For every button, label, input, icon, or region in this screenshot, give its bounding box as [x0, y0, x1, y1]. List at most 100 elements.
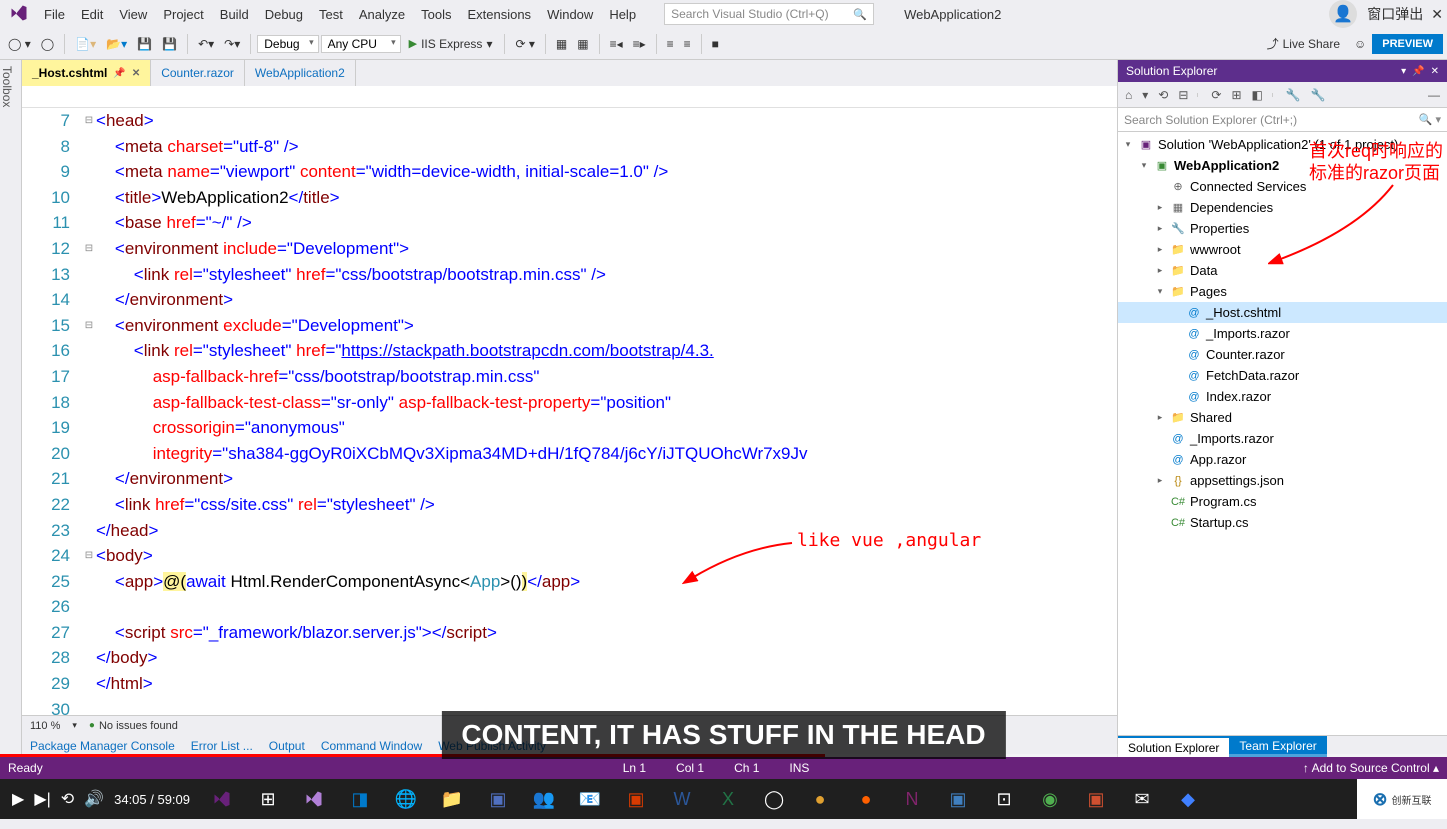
tree-node-appsettings-json[interactable]: ▸{}appsettings.json [1118, 470, 1447, 491]
taskbar-word-icon[interactable]: W [660, 779, 704, 819]
solution-search[interactable]: Search Solution Explorer (Ctrl+;) 🔍 ▾ [1118, 108, 1447, 132]
indent-in-button[interactable]: ≡▸ [629, 35, 650, 53]
platform-dropdown[interactable]: Any CPU [321, 35, 401, 53]
menu-edit[interactable]: Edit [73, 3, 111, 26]
indent-out-button[interactable]: ≡◂ [606, 35, 627, 53]
tree-node-app-razor[interactable]: @App.razor [1118, 449, 1447, 470]
live-share-button[interactable]: ⤴ Live Share [1267, 35, 1340, 52]
tree-node--imports-razor[interactable]: @_Imports.razor [1118, 323, 1447, 344]
taskbar-vscode-icon[interactable]: ◨ [338, 779, 382, 819]
home-icon[interactable]: ⌂ [1122, 86, 1135, 104]
taskbar-explorer-icon[interactable]: 📁 [430, 779, 474, 819]
taskbar-app9-icon[interactable]: ◆ [1166, 779, 1210, 819]
code-lines[interactable]: <head> <meta charset="utf-8" /> <meta na… [96, 108, 1117, 715]
tab-command-window[interactable]: Command Window [321, 739, 422, 753]
toolbox-tab[interactable]: Toolbox [0, 60, 22, 757]
nav-dropdown-bar[interactable] [22, 86, 1117, 108]
taskbar-outlook-icon[interactable]: 📧 [568, 779, 612, 819]
taskbar-excel-icon[interactable]: X [706, 779, 750, 819]
issues-indicator[interactable]: ● No issues found [89, 720, 178, 732]
bookmark-button[interactable]: ■ [708, 35, 723, 53]
close-icon[interactable]: ✕ [1431, 6, 1443, 23]
sync-icon[interactable]: ⟲ [1155, 86, 1171, 104]
code-editor[interactable]: 7891011121314151617181920212223242526272… [22, 108, 1117, 715]
add-source-control[interactable]: ↑ Add to Source Control ▴ [1303, 761, 1439, 775]
taskbar-app3-icon[interactable]: ● [798, 779, 842, 819]
panel-close-icon[interactable]: ✕ [1431, 66, 1439, 77]
menu-file[interactable]: File [36, 3, 73, 26]
tab-host-cshtml[interactable]: _Host.cshtml 📌 ✕ [22, 60, 151, 86]
taskbar-vs-icon[interactable] [200, 779, 244, 819]
open-button[interactable]: 📂▾ [102, 35, 131, 53]
taskbar-app8-icon[interactable]: ✉ [1120, 779, 1164, 819]
pin-icon[interactable]: 📌 [113, 68, 125, 79]
menu-test[interactable]: Test [311, 3, 351, 26]
new-button[interactable]: 📄▾ [71, 35, 100, 53]
tree-node-properties[interactable]: ▸🔧Properties [1118, 218, 1447, 239]
panel-title-bar[interactable]: Solution Explorer ▾ 📌 ✕ [1118, 60, 1447, 82]
close-tab-icon[interactable]: ✕ [132, 68, 140, 79]
tree-node-counter-razor[interactable]: @Counter.razor [1118, 344, 1447, 365]
menu-analyze[interactable]: Analyze [351, 3, 413, 26]
tree-node-pages[interactable]: ▾📁Pages [1118, 281, 1447, 302]
tree-node-fetchdata-razor[interactable]: @FetchData.razor [1118, 365, 1447, 386]
taskbar-teams-icon[interactable]: 👥 [522, 779, 566, 819]
taskbar-ps-icon[interactable]: ▣ [936, 779, 980, 819]
menu-window[interactable]: Window [539, 3, 601, 26]
tab-output[interactable]: Output [269, 739, 305, 753]
quick-launch-search[interactable]: Search Visual Studio (Ctrl+Q) 🔍 [664, 3, 874, 25]
taskbar-vs2-icon[interactable] [292, 779, 336, 819]
run-button[interactable]: ▶IIS Express ▾ [403, 35, 499, 53]
menu-extensions[interactable]: Extensions [459, 3, 539, 26]
tree-node-program-cs[interactable]: C#Program.cs [1118, 491, 1447, 512]
tab-counter-razor[interactable]: Counter.razor [151, 60, 245, 86]
properties-icon[interactable]: 🔧 [1283, 86, 1304, 104]
tab-error-list[interactable]: Error List ... [191, 739, 253, 753]
taskbar-onenote-icon[interactable]: N [890, 779, 934, 819]
tree-node-index-razor[interactable]: @Index.razor [1118, 386, 1447, 407]
undo-button[interactable]: ↶▾ [194, 35, 218, 53]
taskbar-ppt-icon[interactable]: ▣ [614, 779, 658, 819]
tree-node-data[interactable]: ▸📁Data [1118, 260, 1447, 281]
tree-node-startup-cs[interactable]: C#Startup.cs [1118, 512, 1447, 533]
show-all-icon[interactable]: ⊞ [1228, 86, 1244, 104]
nav-fwd-button[interactable]: ◯ [37, 35, 58, 53]
taskbar-terminal-icon[interactable]: ▣ [476, 779, 520, 819]
tb-icon-1[interactable]: ▦ [552, 35, 571, 53]
taskbar-app5-icon[interactable]: ⊡ [982, 779, 1026, 819]
redo-button[interactable]: ↷▾ [220, 35, 244, 53]
nav-back-button[interactable]: ◯ ▾ [4, 35, 35, 53]
refresh-icon[interactable]: ⟳ [1208, 86, 1224, 104]
fold-column[interactable]: ⊟⊟⊟⊟ [82, 108, 96, 715]
collapse-icon[interactable]: ⊟ [1175, 86, 1191, 104]
panel-pin-icon[interactable]: 📌 [1412, 66, 1424, 77]
zoom-level[interactable]: 110 % [30, 720, 60, 732]
uncomment-button[interactable]: ≡ [680, 35, 695, 53]
tree-node--host-cshtml[interactable]: @_Host.cshtml [1118, 302, 1447, 323]
tree-node-dependencies[interactable]: ▸▦Dependencies [1118, 197, 1447, 218]
save-button[interactable]: 💾 [133, 35, 156, 53]
menu-tools[interactable]: Tools [413, 3, 459, 26]
comment-button[interactable]: ≡ [663, 35, 678, 53]
save-all-button[interactable]: 💾 [158, 35, 181, 53]
refresh-button[interactable]: ⟳ ▾ [511, 35, 538, 53]
menu-debug[interactable]: Debug [257, 3, 311, 26]
menu-help[interactable]: Help [601, 3, 644, 26]
next-button[interactable]: ▶| [34, 789, 50, 809]
feedback-button[interactable]: ☺ [1350, 35, 1370, 53]
tab-webapplication2[interactable]: WebApplication2 [245, 60, 356, 86]
user-avatar[interactable]: 👤 [1329, 0, 1357, 28]
volume-button[interactable]: 🔊 [84, 789, 104, 809]
more-icon[interactable]: — [1425, 86, 1443, 104]
tree-node-shared[interactable]: ▸📁Shared [1118, 407, 1447, 428]
loop-button[interactable]: ⟲ [61, 789, 74, 809]
wrench-icon[interactable]: 🔧 [1308, 86, 1329, 104]
tb-icon-2[interactable]: ▦ [573, 35, 592, 53]
panel-dropdown-icon[interactable]: ▾ [1401, 66, 1406, 77]
taskbar-app7-icon[interactable]: ▣ [1074, 779, 1118, 819]
config-dropdown[interactable]: Debug [257, 35, 318, 53]
taskbar-app-icon[interactable]: ⊞ [246, 779, 290, 819]
play-pause-button[interactable]: ▶ [12, 789, 24, 809]
menu-view[interactable]: View [111, 3, 155, 26]
menu-build[interactable]: Build [212, 3, 257, 26]
